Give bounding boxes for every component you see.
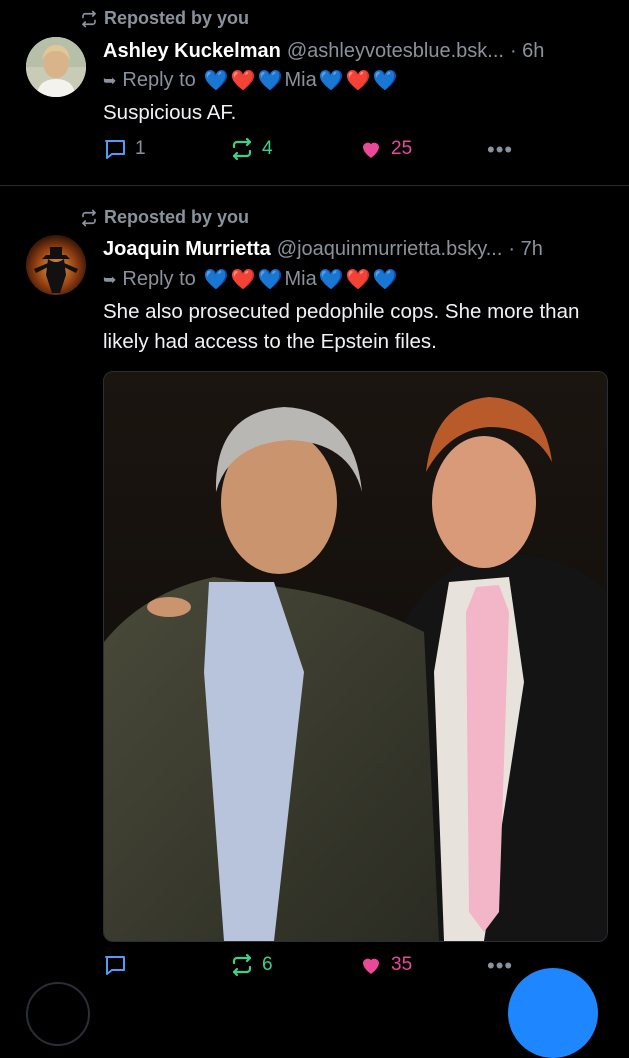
repost-icon [232, 137, 252, 161]
like-button[interactable]: 25 [359, 137, 412, 161]
reply-to-line[interactable]: ➥ Reply to 💙 ❤️ 💙 Mia 💙 ❤️ 💙 [103, 268, 397, 291]
post-text: Suspicious AF. [103, 101, 237, 124]
blue-heart-icon: 💙 [372, 268, 398, 291]
post-header: Ashley Kuckelman @ashleyvotesblue.bsk...… [103, 40, 609, 63]
red-heart-icon: ❤️ [230, 268, 256, 291]
avatar-image [26, 37, 86, 97]
post-image-content [104, 372, 607, 941]
blue-heart-icon: 💙 [203, 268, 229, 291]
reply-button[interactable] [103, 953, 135, 977]
blue-heart-icon: 💙 [257, 268, 283, 291]
compose-button[interactable] [508, 968, 598, 1058]
blue-heart-icon: 💙 [203, 69, 229, 92]
post-header: Joaquin Murrietta @joaquinmurrietta.bsky… [103, 238, 609, 261]
blue-heart-icon: 💙 [372, 69, 398, 92]
post-image[interactable] [103, 371, 608, 942]
reply-prefix: Reply to [122, 69, 196, 91]
repost-label: Reposted by you [104, 207, 250, 227]
red-heart-icon: ❤️ [230, 69, 256, 92]
post-actions: 1 4 25 ••• [103, 137, 609, 167]
reply-arrow-icon: ➥ [103, 72, 117, 90]
repost-label: Reposted by you [104, 8, 250, 28]
more-icon: ••• [487, 953, 514, 978]
repost-indicator: Reposted by you [80, 8, 249, 29]
post-time: · 7h [508, 238, 543, 260]
author-name[interactable]: Joaquin Murrietta [103, 238, 271, 261]
repost-icon [232, 953, 252, 977]
reply-count: 1 [135, 138, 146, 159]
reply-prefix: Reply to [122, 268, 196, 290]
like-count: 35 [391, 954, 413, 975]
next-post-avatar[interactable] [26, 982, 90, 1046]
reply-to-line[interactable]: ➥ Reply to 💙 ❤️ 💙 Mia 💙 ❤️ 💙 [103, 69, 397, 92]
repost-button[interactable]: 6 [230, 953, 273, 977]
heart-icon [363, 958, 379, 974]
avatar[interactable] [26, 235, 86, 295]
more-button[interactable]: ••• [487, 953, 513, 979]
reply-arrow-icon: ➥ [103, 271, 117, 289]
reply-button[interactable]: 1 [103, 137, 146, 161]
blue-heart-icon: 💙 [257, 69, 283, 92]
author-handle[interactable]: @joaquinmurrietta.bsky... [277, 238, 503, 261]
avatar[interactable] [26, 37, 86, 97]
reply-name: Mia [284, 268, 317, 290]
red-heart-icon: ❤️ [345, 268, 371, 291]
reply-icon [105, 956, 125, 975]
blue-heart-icon: 💙 [318, 268, 344, 291]
repost-button[interactable]: 4 [230, 137, 273, 161]
repost-count: 4 [262, 138, 273, 159]
post-1[interactable]: Reposted by you Ashley Kuckelman @ashley… [0, 0, 629, 185]
author-handle[interactable]: @ashleyvotesblue.bsk... [287, 40, 504, 63]
heart-icon [363, 142, 379, 158]
author-name[interactable]: Ashley Kuckelman [103, 40, 281, 63]
avatar-image [26, 235, 86, 295]
more-button[interactable]: ••• [487, 137, 513, 163]
repost-small-icon [82, 10, 96, 27]
more-icon: ••• [487, 137, 514, 162]
repost-indicator: Reposted by you [80, 207, 249, 228]
post-text: She also prosecuted pedophile cops. She … [103, 300, 580, 353]
reply-icon [105, 140, 125, 159]
reply-name: Mia [284, 69, 317, 91]
blue-heart-icon: 💙 [318, 69, 344, 92]
repost-count: 6 [262, 954, 273, 975]
like-button[interactable]: 35 [359, 953, 412, 977]
like-count: 25 [391, 138, 413, 159]
red-heart-icon: ❤️ [345, 69, 371, 92]
repost-small-icon [82, 209, 96, 226]
post-time: · 6h [509, 40, 545, 62]
